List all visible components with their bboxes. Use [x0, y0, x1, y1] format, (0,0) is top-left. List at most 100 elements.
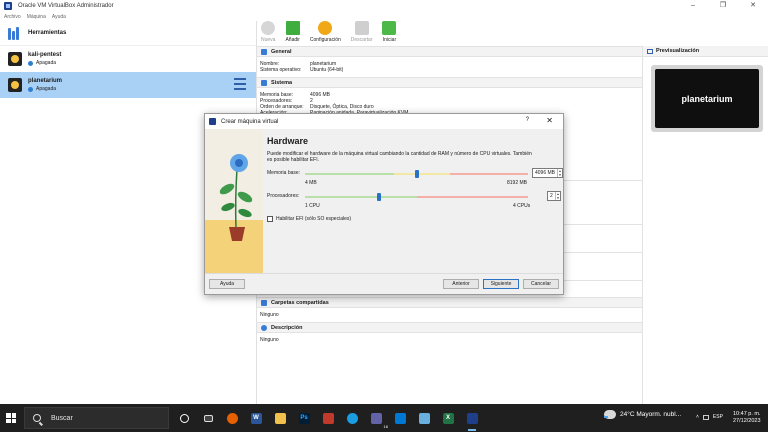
virtualbox-logo-icon [4, 2, 12, 10]
vm-item-planetarium[interactable]: planetarium Apagada [0, 72, 256, 98]
processors-label: Procesadores: [267, 193, 300, 199]
detail-row: Ninguno [260, 337, 279, 343]
preview-panel: Previsualización planetarium [642, 46, 768, 404]
menu-machine[interactable]: Máquina [27, 14, 46, 20]
windows-start-icon[interactable] [6, 413, 16, 423]
vm-name: planetarium [28, 78, 63, 84]
word-icon[interactable]: W [244, 404, 268, 432]
spin-arrows-icon[interactable]: ▲ ▼ [555, 192, 560, 200]
page-description: Puede modificar el hardware de la máquin… [267, 151, 532, 163]
help-button[interactable]: Ayuda [209, 279, 245, 289]
back-button[interactable]: Anterior [443, 279, 479, 289]
create-vm-dialog: Crear máquina virtual ? ✕ Hardware Puede… [204, 113, 564, 295]
section-shared-folders-header[interactable]: Carpetas compartidas [257, 297, 642, 308]
processors-range: 1 CPU 4 CPUs [305, 203, 531, 209]
memory-label: Memoria base: [267, 170, 301, 176]
system-tray: ˄ ESP [696, 414, 723, 420]
menu-help[interactable]: Ayuda [52, 14, 66, 20]
new-button[interactable]: Nueva [261, 21, 275, 43]
taskbar-search[interactable]: Buscar [24, 407, 169, 429]
general-icon [261, 48, 267, 55]
section-description-header[interactable]: Descripción [257, 322, 642, 333]
task-view-icon[interactable] [172, 404, 196, 432]
cancel-button[interactable]: Cancelar [523, 279, 559, 289]
window-titlebar: Oracle VM VirtualBox Administrador – ❐ ✕ [0, 0, 768, 12]
menubar: Archivo Máquina Ayuda [0, 12, 768, 21]
gear-icon [318, 21, 333, 35]
preview-header[interactable]: Previsualización [643, 46, 768, 57]
store-icon[interactable] [388, 404, 412, 432]
dialog-footer: Ayuda Anterior Siguiente Cancelar [205, 273, 563, 294]
vm-status: Apagada [28, 86, 62, 92]
excel-icon[interactable]: X [436, 404, 460, 432]
section-system-header[interactable]: Sistema [257, 77, 642, 88]
preview-vm-name: planetarium [655, 69, 759, 128]
cloud-rain-icon [604, 410, 616, 419]
page-title: Hardware [267, 136, 309, 146]
efi-checkbox[interactable] [267, 216, 273, 222]
menu-file[interactable]: Archivo [4, 14, 21, 20]
window-title: Oracle VM VirtualBox Administrador [18, 3, 114, 9]
chevron-up-icon[interactable]: ˄ [696, 414, 699, 420]
chip-icon [261, 79, 267, 86]
add-button[interactable]: Añadir [285, 21, 300, 43]
folder-icon [261, 299, 267, 306]
search-placeholder: Buscar [51, 414, 73, 422]
firefox-icon[interactable] [220, 404, 244, 432]
language-indicator[interactable]: ESP [713, 414, 723, 420]
tools-icon [8, 26, 22, 40]
photoshop-icon[interactable]: Ps [292, 404, 316, 432]
tools-item[interactable]: Herramientas [0, 21, 256, 46]
main-toolbar: Nueva Añadir Configuración Descartar Ini… [257, 21, 768, 46]
virtualbox-logo-icon [209, 118, 216, 125]
dialog-title: Crear máquina virtual [221, 118, 279, 125]
split-view-icon[interactable] [196, 404, 220, 432]
calendar-icon[interactable] [316, 404, 340, 432]
plant-illustration-icon [219, 154, 253, 241]
notepad-icon[interactable] [412, 404, 436, 432]
memory-slider-thumb[interactable] [414, 170, 419, 178]
tools-label: Herramientas [28, 30, 67, 36]
monitor-icon [647, 48, 653, 54]
minimize-button[interactable]: – [678, 0, 708, 12]
powered-off-icon [28, 86, 33, 92]
file-explorer-icon[interactable] [268, 404, 292, 432]
edge-icon[interactable] [340, 404, 364, 432]
new-vm-icon [261, 21, 276, 35]
linux-os-icon [8, 52, 22, 66]
window-controls: – ❐ ✕ [678, 0, 768, 12]
powered-off-icon [28, 60, 33, 66]
network-icon[interactable] [702, 414, 709, 420]
next-button[interactable]: Siguiente [483, 279, 519, 289]
close-button[interactable]: ✕ [738, 0, 768, 12]
vm-item-kali-pentest[interactable]: kali-pentest Apagada [0, 46, 256, 72]
teams-icon[interactable]: 16 [364, 404, 388, 432]
memory-spinbox[interactable]: 4096 MB ▲ ▼ [532, 168, 563, 178]
memory-range: 4 MB 8192 MB [305, 180, 528, 186]
taskbar: Buscar W Ps 16 X 24°C Mayorm. nubl... ˄ … [0, 404, 768, 432]
preview-screen: planetarium [651, 65, 763, 132]
vm-name: kali-pentest [28, 52, 62, 58]
memory-row: Memoria base: 4096 MB ▲ ▼ [267, 168, 563, 180]
vm-details-menu-icon[interactable] [234, 78, 246, 90]
taskbar-apps: W Ps 16 X [172, 404, 484, 432]
memory-slider[interactable] [305, 170, 528, 178]
plus-icon [285, 21, 300, 35]
spin-arrows-icon[interactable]: ▲ ▼ [557, 169, 562, 177]
clock[interactable]: 10:47 p. m. 27/12/2023 [733, 411, 761, 425]
maximize-button[interactable]: ❐ [708, 0, 738, 12]
processors-spinbox[interactable]: 2 ▲ ▼ [547, 191, 561, 201]
section-general-header[interactable]: General [257, 46, 642, 57]
dialog-close-button[interactable]: ✕ [546, 116, 553, 125]
start-button[interactable]: Iniciar [382, 21, 397, 43]
virtualbox-taskbar-icon[interactable] [460, 404, 484, 432]
weather-widget[interactable]: 24°C Mayorm. nubl... [604, 410, 681, 419]
processors-slider[interactable] [305, 193, 528, 201]
help-question-button[interactable]: ? [526, 117, 529, 123]
discard-button[interactable]: Descartar [351, 21, 372, 43]
linux-os-icon [8, 78, 22, 92]
efi-option[interactable]: Habilitar EFI (sólo SO especiales) [267, 216, 559, 222]
efi-label: Habilitar EFI (sólo SO especiales) [276, 216, 352, 222]
settings-button[interactable]: Configuración [310, 21, 341, 43]
processors-slider-thumb[interactable] [377, 193, 382, 201]
